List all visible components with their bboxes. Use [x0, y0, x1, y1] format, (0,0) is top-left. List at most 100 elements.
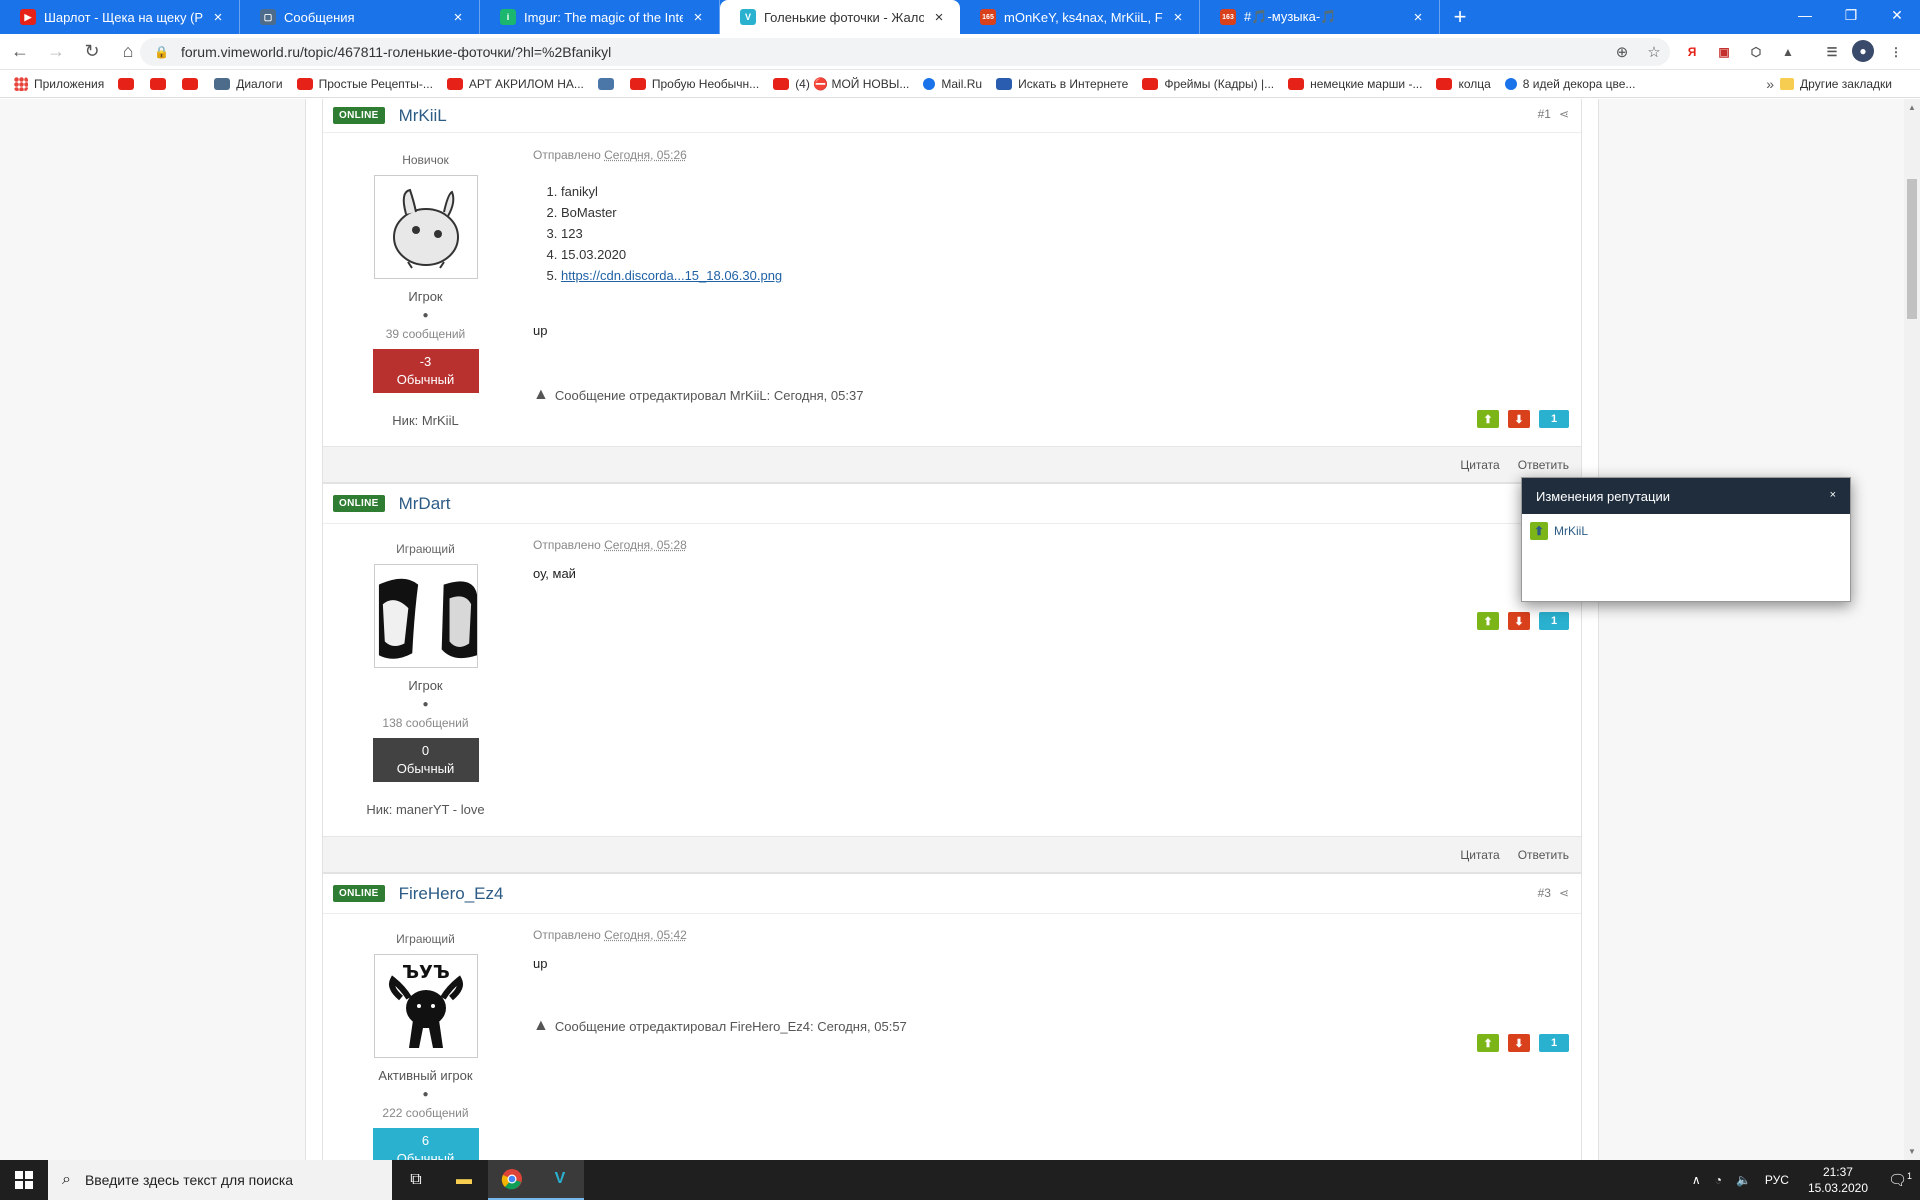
bookmark-item[interactable] — [150, 77, 172, 90]
avatar[interactable] — [373, 175, 478, 279]
share-icon[interactable]: ⋖ — [1559, 886, 1569, 900]
notifications-icon[interactable]: 🗨1 — [1880, 1171, 1920, 1189]
reputation-count[interactable]: 1 — [1539, 410, 1569, 428]
reload-button[interactable]: ↻ — [76, 36, 108, 68]
upvote-button[interactable]: ⬆ — [1477, 410, 1499, 428]
tab-close-icon[interactable]: × — [449, 9, 467, 26]
scroll-up-arrow-icon[interactable]: ▲ — [1904, 103, 1920, 112]
tab-title: Шарлот - Щека на щеку (Ph — [44, 9, 203, 25]
reputation-count[interactable]: 1 — [1539, 612, 1569, 630]
browser-tab[interactable]: i Imgur: The magic of the Internet × — [480, 0, 720, 34]
post-author-name[interactable]: MrKiiL — [399, 106, 447, 126]
avatar[interactable]: ЪУЪ — [373, 954, 478, 1058]
bookmark-item[interactable]: АРТ АКРИЛОМ НА... — [446, 77, 584, 91]
bookmark-star-icon[interactable]: ☆ — [1638, 43, 1670, 61]
browser-tab[interactable]: 163 #🎵-музыка-🎵 × — [1200, 0, 1440, 34]
vimeworld-app-icon[interactable]: V — [536, 1160, 584, 1200]
close-icon[interactable]: × — [1830, 489, 1836, 501]
post-number[interactable]: #1 ⋖ — [1538, 107, 1569, 121]
tab-close-icon[interactable]: × — [930, 9, 948, 26]
bookmark-yt-icon — [629, 77, 646, 90]
avatar[interactable] — [373, 564, 478, 668]
taskbar-search[interactable]: ⌕ Введите здесь текст для поиска — [48, 1160, 392, 1200]
tab-close-icon[interactable]: × — [1409, 9, 1427, 26]
reply-button[interactable]: Ответить — [1518, 848, 1569, 862]
maximize-button[interactable]: ❐ — [1828, 0, 1874, 30]
omnibox[interactable]: 🔒 forum.vimeworld.ru/topic/467811-голень… — [140, 38, 1670, 66]
separator-dot: ● — [422, 310, 429, 321]
quote-button[interactable]: Цитата — [1460, 848, 1499, 862]
browser-tab[interactable]: ▶ Шарлот - Щека на щеку (Ph × — [0, 0, 240, 34]
volume-icon[interactable]: 🔈 — [1736, 1173, 1751, 1187]
file-explorer-icon[interactable]: ▬ — [440, 1160, 488, 1200]
other-bookmarks[interactable]: Другие закладки — [1780, 77, 1892, 91]
browser-tab[interactable]: V Голенькие фоточки - Жалобы н × — [720, 0, 960, 34]
downvote-button[interactable]: ⬇ — [1508, 612, 1530, 630]
bookmark-item[interactable]: (4) ⛔ МОЙ НОВЫ... — [773, 77, 909, 91]
reply-button[interactable]: Ответить — [1518, 458, 1569, 472]
zoom-icon[interactable]: ⊕ — [1606, 43, 1638, 61]
new-tab-button[interactable]: + — [1440, 0, 1480, 34]
bookmark-item[interactable]: Простые Рецепты-... — [296, 76, 433, 91]
bookmark-item[interactable] — [182, 77, 204, 90]
profile-avatar[interactable]: ● — [1852, 40, 1874, 62]
yandex-extension-icon[interactable]: Я — [1680, 40, 1704, 64]
menu-icon[interactable]: ⋮ — [1884, 40, 1908, 64]
reputation-user-link[interactable]: MrKiiL — [1554, 524, 1588, 538]
bookmarks-overflow-icon[interactable]: » — [1766, 76, 1774, 92]
bookmark-item[interactable]: Искать в Интернете — [996, 77, 1128, 91]
reputation-count[interactable]: 1 — [1539, 1034, 1569, 1052]
chrome-icon[interactable] — [488, 1160, 536, 1200]
bookmark-item[interactable]: Mail.Ru — [923, 77, 982, 91]
playlist-icon[interactable]: ☰ — [1820, 40, 1844, 64]
bookmark-item[interactable]: колца — [1436, 77, 1491, 91]
bookmark-item[interactable]: Фреймы (Кадры) |... — [1142, 77, 1274, 91]
tray-overflow-icon[interactable]: ∧ — [1692, 1173, 1701, 1187]
bookmark-item[interactable] — [118, 77, 140, 90]
network-icon[interactable]: ◔ — [1715, 1173, 1722, 1187]
minimize-button[interactable]: — — [1782, 0, 1828, 30]
close-window-button[interactable]: ✕ — [1874, 0, 1920, 30]
post-number-label: #3 — [1537, 886, 1551, 900]
page-scrollbar[interactable]: ▲ ▼ — [1904, 99, 1920, 1160]
bookmark-item[interactable]: Приложения — [14, 76, 104, 91]
quote-button[interactable]: Цитата — [1460, 458, 1499, 472]
scroll-thumb[interactable] — [1907, 179, 1917, 319]
record-extension-icon[interactable]: ▣ — [1712, 40, 1736, 64]
bookmark-item[interactable]: Диалоги — [214, 77, 283, 91]
bookmark-label: Простые Рецепты-... — [318, 76, 433, 91]
post-body: Отправлено Сегодня, 05:28 оу, май — [533, 538, 1581, 581]
start-button[interactable] — [0, 1160, 48, 1200]
bookmark-yt-icon — [1436, 77, 1453, 90]
upvote-button[interactable]: ⬆ — [1477, 612, 1499, 630]
scroll-down-arrow-icon[interactable]: ▼ — [1904, 1147, 1920, 1156]
browser-tab[interactable]: 165 mOnKeY, ks4nax, MrKiiL, Fire × — [960, 0, 1200, 34]
task-view-icon[interactable]: ⧉ — [392, 1160, 440, 1200]
tab-close-icon[interactable]: × — [209, 9, 227, 26]
clock[interactable]: 21:37 15.03.2020 — [1808, 1164, 1868, 1196]
post-author-name[interactable]: MrDart — [399, 494, 451, 514]
bookmark-item[interactable]: Пробую Необычн... — [629, 77, 759, 91]
bookmark-item[interactable]: немецкие марши -... — [1288, 77, 1422, 91]
bookmark-item[interactable]: 8 идей декора цве... — [1504, 77, 1635, 91]
share-icon[interactable]: ⋖ — [1559, 107, 1569, 121]
post-date: Отправлено Сегодня, 05:26 — [533, 148, 1581, 162]
url-text[interactable]: forum.vimeworld.ru/topic/467811-голеньки… — [181, 44, 1606, 60]
post-author-name[interactable]: FireHero_Ez4 — [399, 884, 504, 904]
bookmark-item[interactable] — [597, 77, 620, 90]
tab-close-icon[interactable]: × — [1169, 9, 1187, 26]
browser-tab[interactable]: ▢ Сообщения × — [240, 0, 480, 34]
downvote-button[interactable]: ⬇ — [1508, 1034, 1530, 1052]
back-button[interactable]: ← — [4, 36, 36, 68]
vpn-extension-icon[interactable]: ▲ — [1776, 40, 1800, 64]
cube-extension-icon[interactable]: ⬡ — [1744, 40, 1768, 64]
tab-close-icon[interactable]: × — [689, 9, 707, 26]
upvote-button[interactable]: ⬆ — [1477, 1034, 1499, 1052]
forward-button[interactable]: → — [40, 36, 72, 68]
message-count: 222 сообщений — [382, 1106, 469, 1120]
image-link[interactable]: https://cdn.discorda...15_18.06.30.png — [561, 268, 782, 283]
search-icon: ⌕ — [62, 1171, 71, 1188]
downvote-button[interactable]: ⬇ — [1508, 410, 1530, 428]
language-indicator[interactable]: РУС — [1765, 1173, 1789, 1187]
post-number[interactable]: #3 ⋖ — [1538, 886, 1569, 900]
